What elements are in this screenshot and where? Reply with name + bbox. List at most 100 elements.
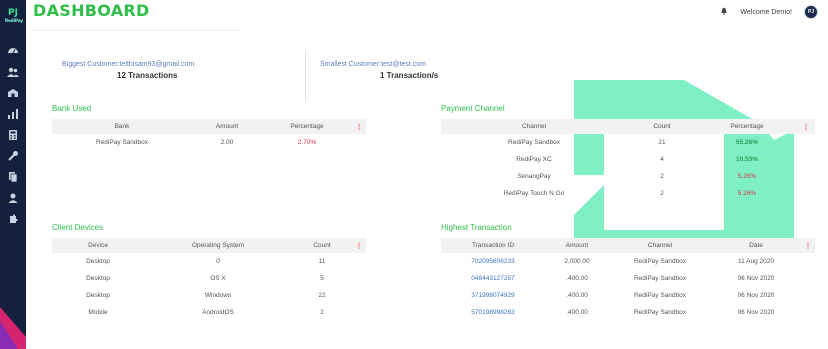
percentage-cell: 5.26% xyxy=(737,173,757,180)
device-cell: Desktop xyxy=(86,292,110,299)
column-header[interactable]: Amount xyxy=(545,238,609,253)
smallest-customer-email[interactable]: test@test.com xyxy=(381,61,426,68)
highest-transaction-title: Highest Transaction xyxy=(441,223,512,232)
table-row: SenangPay 2 5.26% xyxy=(441,168,815,185)
count-cell: 22 xyxy=(318,292,326,299)
table-header-row: Device Operating System Count ⋮ xyxy=(52,238,366,253)
documents-icon[interactable] xyxy=(6,170,20,184)
column-menu-icon[interactable]: ⋮ xyxy=(797,119,815,134)
channel-cell: RediPay Sandbox xyxy=(633,258,687,265)
count-cell: 2 xyxy=(660,173,664,180)
count-cell: 11 xyxy=(318,258,326,265)
column-menu-icon[interactable]: ⋮ xyxy=(801,238,815,253)
tools-icon[interactable] xyxy=(6,149,20,163)
os-cell: 0 xyxy=(216,258,220,265)
app-logo[interactable]: PJ RediPay xyxy=(5,8,23,26)
amount-cell: 2.00 xyxy=(220,139,234,146)
column-header[interactable]: Count xyxy=(292,238,352,253)
column-header[interactable]: Channel xyxy=(609,238,711,253)
table-header-row: Bank Amount Percentage ⋮ xyxy=(52,119,366,134)
amount-cell: .400.00 xyxy=(566,292,588,299)
column-header[interactable]: Date xyxy=(711,238,801,253)
table-row: RediPay Sandbox 21 55.26% xyxy=(441,134,815,151)
page-title: DASHBOARD xyxy=(33,1,150,20)
column-header[interactable]: Percentage xyxy=(697,119,797,134)
merchants-icon[interactable] xyxy=(6,86,20,100)
count-cell: 5 xyxy=(320,275,324,282)
table-row: 702095606233 2,000.00 RediPay Sandbox 11… xyxy=(441,253,815,270)
welcome-text: Welcome Demo! xyxy=(740,8,792,16)
device-cell: Desktop xyxy=(86,275,110,282)
amount-cell: .400.00 xyxy=(566,309,588,316)
logo-text: PJ xyxy=(8,8,18,18)
settings-icon[interactable] xyxy=(6,212,20,226)
sidebar: PJ RediPay xyxy=(0,0,26,349)
table-header-row: Transaction ID Amount Channel Date ⋮ xyxy=(441,238,815,253)
sidebar-corner-decoration xyxy=(0,307,26,349)
column-menu-icon[interactable]: ⋮ xyxy=(352,238,366,253)
table-row: RediPay Touch N Go 2 5.26% xyxy=(441,185,815,202)
stats-divider xyxy=(305,50,306,102)
table-header-row: Channel Count Percentage ⋮ xyxy=(441,119,815,134)
percentage-cell: 2.70% xyxy=(297,139,317,146)
smallest-customer-count: 1 Transaction/s xyxy=(380,71,439,80)
percentage-cell: 55.26% xyxy=(735,139,759,146)
channel-cell: RediPay XC xyxy=(516,156,552,163)
transaction-id-link[interactable]: 048443127257 xyxy=(441,270,545,287)
bank-used-title: Bank Used xyxy=(52,104,92,113)
date-cell: 06 Nov 2020 xyxy=(737,275,775,282)
channel-cell: RediPay Touch N Go xyxy=(503,190,565,197)
date-cell: 06 Nov 2020 xyxy=(737,309,775,316)
table-row: Desktop 0 11 xyxy=(52,253,366,270)
channel-cell: RediPay Sandbox xyxy=(633,309,687,316)
table-row: 048443127257 .400.00 RediPay Sandbox 06 … xyxy=(441,270,815,287)
column-header[interactable]: Count xyxy=(627,119,697,134)
table-row: RediPay Sandbox 2.00 2.70% xyxy=(52,134,366,151)
column-header[interactable]: Percentage xyxy=(262,119,352,134)
column-header[interactable]: Bank xyxy=(52,119,192,134)
bank-used-table: Bank Amount Percentage ⋮ RediPay Sandbox… xyxy=(52,119,366,151)
channel-cell: RediPay Sandbox xyxy=(507,139,561,146)
date-cell: 11 Aug 2020 xyxy=(737,258,775,265)
client-devices-table: Device Operating System Count ⋮ Desktop … xyxy=(52,238,366,321)
calculator-icon[interactable] xyxy=(6,128,20,142)
smallest-customer-label: Smallest Customer: xyxy=(320,61,382,68)
table-row: Desktop Windows 22 xyxy=(52,287,366,304)
channel-cell: SenangPay xyxy=(517,173,551,180)
highest-transaction-table: Transaction ID Amount Channel Date ⋮ 702… xyxy=(441,238,815,321)
transaction-id-link[interactable]: 702095606233 xyxy=(441,253,545,270)
bank-cell: RediPay Sandbox xyxy=(95,139,149,146)
biggest-customer-stat: Biggest Customer:telthisam93@gmail.com 1… xyxy=(62,61,194,80)
count-cell: 21 xyxy=(658,139,666,146)
notification-bell-icon[interactable] xyxy=(720,7,728,17)
os-cell: AndroidOS xyxy=(202,309,234,316)
users-icon[interactable] xyxy=(6,65,20,79)
table-row: 371998074929 .400.00 RediPay Sandbox 06 … xyxy=(441,287,815,304)
avatar[interactable]: PJ xyxy=(804,5,818,19)
amount-cell: .400.00 xyxy=(566,275,588,282)
column-header[interactable]: Device xyxy=(52,238,144,253)
transaction-id-link[interactable]: 371998074929 xyxy=(441,287,545,304)
reports-icon[interactable] xyxy=(6,107,20,121)
percentage-cell: 5.26% xyxy=(737,190,757,197)
device-cell: Mobile xyxy=(88,309,108,316)
user-icon[interactable] xyxy=(6,191,20,205)
column-header[interactable]: Operating System xyxy=(144,238,292,253)
table-row: Mobile AndroidOS 2 xyxy=(52,304,366,321)
table-row: RediPay XC 4 10.53% xyxy=(441,151,815,168)
device-cell: Desktop xyxy=(86,258,110,265)
table-row: 570198998263 .400.00 RediPay Sandbox 06 … xyxy=(441,304,815,321)
payment-channel-title: Payment Channel xyxy=(441,104,505,113)
client-devices-title: Client Devices xyxy=(52,223,104,232)
biggest-customer-email[interactable]: telthisam93@gmail.com xyxy=(120,61,195,68)
topbar: Welcome Demo! PJ xyxy=(720,4,818,20)
column-menu-icon[interactable]: ⋮ xyxy=(352,119,366,134)
biggest-customer-label: Biggest Customer: xyxy=(62,61,120,68)
channel-cell: RediPay Sandbox xyxy=(633,275,687,282)
column-header[interactable]: Channel xyxy=(441,119,627,134)
column-header[interactable]: Transaction ID xyxy=(441,238,545,253)
os-cell: Windows xyxy=(204,292,232,299)
dashboard-icon[interactable] xyxy=(6,44,20,58)
transaction-id-link[interactable]: 570198998263 xyxy=(441,304,545,321)
column-header[interactable]: Amount xyxy=(192,119,262,134)
